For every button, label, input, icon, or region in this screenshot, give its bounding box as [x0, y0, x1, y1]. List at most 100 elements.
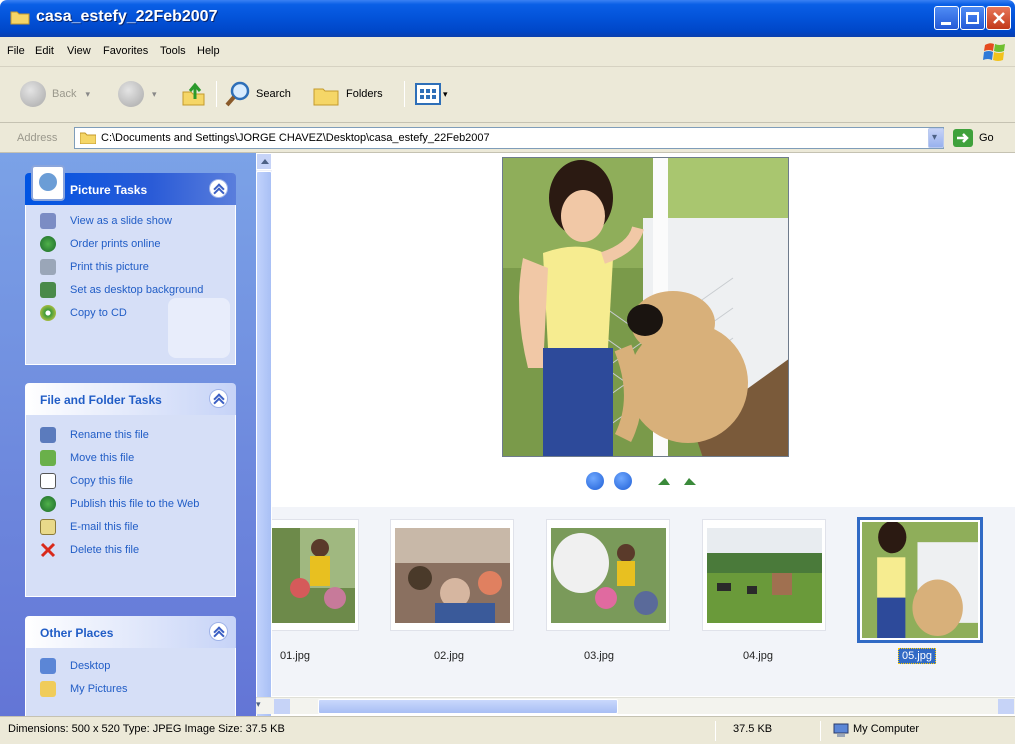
task-email-file[interactable]: E-mail this file [40, 519, 235, 535]
thumbnail-05[interactable] [857, 517, 983, 643]
address-input[interactable]: C:\Documents and Settings\JORGE CHAVEZ\D… [74, 127, 944, 149]
menu-help[interactable]: Help [197, 45, 220, 57]
folder-icon [10, 11, 30, 25]
filmstrip-view: 01.jpg 02.jpg 03.jpg 04.jpg 05.jpg [272, 153, 1015, 706]
thumbnail-image [862, 522, 978, 638]
file-tasks-title: File and Folder Tasks [40, 393, 162, 407]
copy-icon [40, 473, 56, 489]
title-bar[interactable]: casa_estefy_22Feb2007 [0, 0, 1015, 37]
go-label[interactable]: Go [979, 132, 994, 144]
window-title: casa_estefy_22Feb2007 [36, 8, 218, 25]
file-tasks-header[interactable]: File and Folder Tasks [25, 383, 236, 415]
chevron-down-icon: ▾ [152, 88, 157, 99]
menu-favorites[interactable]: Favorites [103, 45, 148, 57]
close-button[interactable] [986, 6, 1011, 30]
search-button[interactable]: Search [224, 79, 291, 109]
menu-view[interactable]: View [67, 45, 91, 57]
my-computer-icon [833, 723, 849, 737]
publish-icon [40, 496, 56, 512]
status-zone: My Computer [853, 723, 920, 735]
place-my-pictures[interactable]: My Pictures [40, 681, 235, 697]
status-bar: Dimensions: 500 x 520 Type: JPEG Image S… [0, 716, 1015, 744]
task-copy-file[interactable]: Copy this file [40, 473, 235, 489]
thumbnail-02[interactable] [390, 519, 514, 631]
address-label: Address [17, 132, 58, 144]
maximize-button[interactable] [960, 6, 985, 30]
go-button[interactable] [953, 129, 973, 147]
forward-button[interactable]: ▾ [118, 79, 157, 109]
windows-logo-icon [983, 43, 1005, 61]
scroll-right-arrow-icon[interactable] [998, 699, 1014, 714]
thumbnail-03[interactable] [546, 519, 670, 631]
picture-tasks-header[interactable]: Picture Tasks [25, 165, 236, 205]
back-button[interactable]: Back ▾ [20, 79, 90, 109]
menu-tools[interactable]: Tools [160, 45, 186, 57]
move-icon [40, 450, 56, 466]
chevron-down-icon: ▾ [85, 88, 90, 99]
views-icon [415, 83, 441, 105]
address-path: C:\Documents and Settings\JORGE CHAVEZ\D… [101, 132, 490, 144]
scroll-down-arrow-icon[interactable]: ▾ [256, 699, 272, 714]
collapse-chevron-icon[interactable] [209, 179, 228, 198]
views-button[interactable]: ▾ [415, 79, 448, 109]
task-publish-file[interactable]: Publish this file to the Web [40, 496, 235, 512]
task-pane: Picture Tasks View as a slide show Order… [0, 153, 256, 716]
horizontal-scrollbar-thumb[interactable] [318, 699, 618, 714]
task-view-slideshow[interactable]: View as a slide show [40, 213, 235, 229]
address-bar: Address C:\Documents and Settings\JORGE … [0, 123, 1015, 153]
up-folder-button[interactable] [180, 79, 206, 109]
minimize-button[interactable] [934, 6, 959, 30]
vertical-scrollbar[interactable] [256, 153, 272, 744]
thumbnail-image [707, 528, 822, 623]
folder-icon [80, 132, 96, 144]
thumbnail-label-03[interactable]: 03.jpg [584, 650, 614, 662]
slideshow-icon [40, 213, 56, 229]
thumbnail-label-05[interactable]: 05.jpg [898, 648, 936, 664]
thumbnail-image [395, 528, 510, 623]
scroll-left-arrow-icon[interactable] [274, 699, 290, 714]
collapse-chevron-icon[interactable] [209, 622, 228, 641]
rotate-counterclockwise-icon[interactable] [680, 475, 698, 487]
search-icon [225, 81, 250, 107]
other-places-body: Desktop My Pictures [25, 648, 236, 716]
printer-icon [40, 259, 56, 275]
go-arrow-icon [957, 133, 969, 143]
task-delete-file[interactable]: Delete this file [40, 542, 235, 558]
chevron-down-icon: ▾ [932, 132, 938, 143]
folder-icon [40, 681, 56, 697]
thumbnail-label-04[interactable]: 04.jpg [743, 650, 773, 662]
thumbnail-label-02[interactable]: 02.jpg [434, 650, 464, 662]
collapse-chevron-icon[interactable] [209, 389, 228, 408]
task-print-picture[interactable]: Print this picture [40, 259, 235, 275]
thumbnail-image [272, 528, 355, 623]
thumbnail-01[interactable] [272, 519, 359, 631]
task-rename-file[interactable]: Rename this file [40, 427, 235, 443]
task-move-file[interactable]: Move this file [40, 450, 235, 466]
place-desktop[interactable]: Desktop [40, 658, 235, 674]
scroll-up-arrow-icon[interactable] [256, 153, 272, 170]
toolbar: Back ▾ ▾ Search Folders ▾ [0, 67, 1015, 123]
task-order-prints[interactable]: Order prints online [40, 236, 235, 252]
back-arrow-icon [20, 81, 46, 107]
other-places-panel: Other Places Desktop My Pictures [25, 616, 236, 716]
address-dropdown-button[interactable]: ▾ [928, 128, 944, 148]
thumbnail-label-01[interactable]: 01.jpg [280, 650, 310, 662]
task-set-desktop-background[interactable]: Set as desktop background [40, 282, 235, 298]
next-image-button[interactable] [614, 472, 632, 490]
folders-icon [313, 88, 339, 106]
other-places-header[interactable]: Other Places [25, 616, 236, 648]
folders-button[interactable]: Folders [312, 79, 383, 109]
globe-icon [40, 236, 56, 252]
menu-file[interactable]: File [7, 45, 25, 57]
status-info: Dimensions: 500 x 520 Type: JPEG Image S… [8, 723, 285, 735]
rotate-clockwise-icon[interactable] [656, 475, 674, 487]
horizontal-scrollbar[interactable]: ▾ [256, 697, 1015, 714]
menu-edit[interactable]: Edit [35, 45, 54, 57]
file-tasks-panel: File and Folder Tasks Rename this file M… [25, 383, 236, 597]
picture-tasks-panel: Picture Tasks View as a slide show Order… [25, 165, 236, 365]
rename-icon [40, 427, 56, 443]
previous-image-button[interactable] [586, 472, 604, 490]
thumbnail-04[interactable] [702, 519, 826, 631]
cd-icon [40, 305, 56, 321]
scrollbar-thumb[interactable] [256, 171, 272, 744]
